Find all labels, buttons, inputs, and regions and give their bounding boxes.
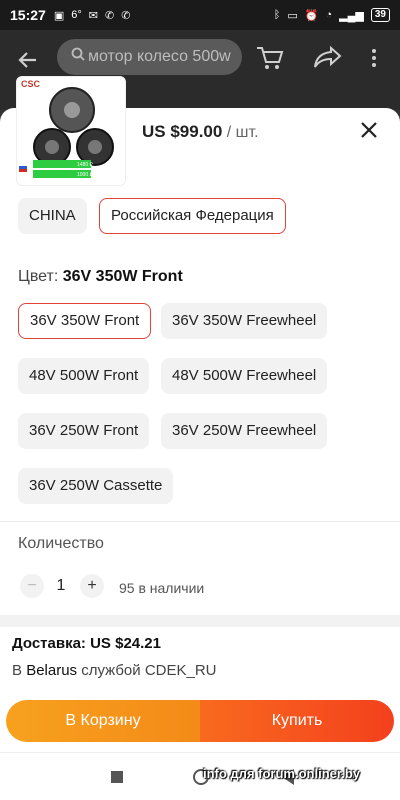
share-icon[interactable] <box>313 44 343 72</box>
color-option[interactable]: 36V 250W Front <box>18 413 150 449</box>
price-unit: / шт. <box>222 124 259 141</box>
recents-icon[interactable] <box>111 771 123 783</box>
color-option[interactable]: 48V 500W Front <box>18 358 150 394</box>
search-icon <box>71 39 85 75</box>
bluetooth-icon: ᛒ <box>273 9 281 21</box>
product-thumbnail[interactable]: CSC 1480 ₽ 1000 ₽ <box>16 76 126 186</box>
status-right: ᛒ ▭ ⏰ ◔ ▂▄▆ 39 <box>274 8 390 22</box>
color-option[interactable]: 36V 350W Freewheel <box>161 303 328 339</box>
delivery-method[interactable]: В Belarus службой CDEK_RU <box>12 662 217 679</box>
phone-wifi-icon: ✆ <box>121 9 131 22</box>
quantity-label: Количество <box>18 535 104 552</box>
back-arrow-icon[interactable] <box>16 48 40 72</box>
color-label: Цвет: 36V 350W Front <box>18 268 183 286</box>
weather-temp: 6° <box>71 9 82 21</box>
search-input[interactable]: мотор колесо 500w <box>57 39 242 75</box>
color-option[interactable]: 36V 250W Freewheel <box>161 413 328 449</box>
color-option[interactable]: 36V 350W Front <box>18 303 152 339</box>
status-time: 15:27 <box>10 7 46 23</box>
alarm-icon: ⏰ <box>304 9 319 22</box>
promo-line-1: 1480 ₽ <box>77 162 94 168</box>
vibrate-icon: ▭ <box>287 9 298 22</box>
delivery-prefix: В <box>12 662 27 679</box>
stock-count: 95 в наличии <box>119 580 205 596</box>
search-text: мотор колесо 500w <box>88 48 231 65</box>
price-value: US $99.00 <box>142 122 223 141</box>
color-selected-value: 36V 350W Front <box>62 268 183 285</box>
watermark: info для forum.onliner.by <box>203 766 360 781</box>
color-option[interactable]: 36V 250W Cassette <box>18 468 174 504</box>
buy-now-button[interactable]: Купить <box>200 700 394 742</box>
delivery-suffix: службой CDEK_RU <box>77 662 217 679</box>
color-label-text: Цвет: <box>18 268 63 285</box>
more-icon[interactable] <box>370 44 378 72</box>
status-bar: 15:27 ▣ 6° ✉ ✆ ✆ ᛒ ▭ ⏰ ◔ ▂▄▆ 39 <box>0 0 400 30</box>
product-price: US $99.00 / шт. <box>142 122 259 142</box>
cart-icon[interactable] <box>255 44 285 72</box>
color-option[interactable]: 48V 500W Freewheel <box>161 358 328 394</box>
vk-icon: ▣ <box>53 9 65 22</box>
ship-from-russia[interactable]: Российская Федерация <box>99 198 286 234</box>
quantity-plus-button[interactable]: + <box>80 574 104 598</box>
quantity-minus-button[interactable]: − <box>20 574 44 598</box>
section-separator <box>0 615 400 627</box>
signal-icon: ▂▄▆ <box>339 9 364 22</box>
battery-icon: 39 <box>370 8 390 22</box>
brand-logo: CSC <box>21 79 41 89</box>
wifi-icon: ◔ <box>325 9 333 21</box>
add-to-cart-button[interactable]: В Корзину <box>6 700 200 742</box>
close-icon[interactable] <box>358 119 380 141</box>
divider <box>0 521 400 522</box>
ship-from-china[interactable]: CHINA <box>18 198 87 234</box>
quantity-value[interactable]: 1 <box>54 577 68 595</box>
delivery-cost: Доставка: US $24.21 <box>12 635 161 652</box>
mail-icon: ✉ <box>88 9 98 22</box>
promo-line-2: 1000 ₽ <box>77 172 94 178</box>
delivery-country: Belarus <box>26 662 78 679</box>
phone-icon: ✆ <box>104 9 115 22</box>
